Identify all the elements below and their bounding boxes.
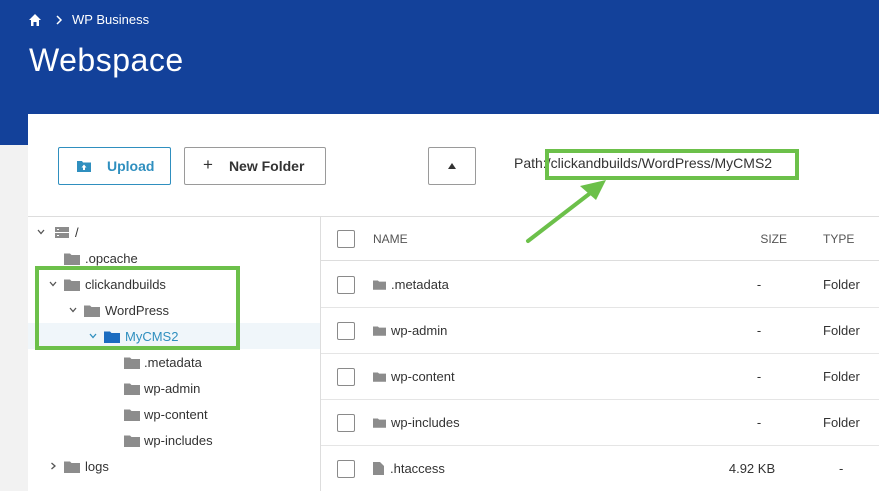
path-highlight-box (545, 149, 799, 180)
folder-icon (124, 357, 140, 369)
plus-icon: + (203, 155, 213, 174)
file-icon (373, 462, 384, 475)
folder-icon (373, 280, 386, 290)
tree-item-wp-admin[interactable]: wp-admin (28, 375, 320, 401)
file-name-cell[interactable]: wp-content (373, 369, 455, 384)
new-folder-button[interactable]: + New Folder (184, 147, 326, 185)
table-row[interactable]: wp-content - Folder (321, 354, 879, 400)
file-type: Folder (823, 369, 860, 384)
file-name: .metadata (391, 277, 449, 292)
folder-icon (64, 253, 80, 265)
server-icon (55, 226, 69, 238)
chevron-right-icon (56, 14, 63, 25)
select-all-checkbox[interactable] (337, 230, 355, 248)
file-size: - (756, 277, 762, 292)
row-checkbox[interactable] (337, 460, 355, 478)
folder-icon (373, 372, 386, 382)
row-checkbox[interactable] (337, 414, 355, 432)
file-type: - (839, 461, 844, 476)
row-checkbox[interactable] (337, 322, 355, 340)
column-header-type[interactable]: TYPE (823, 232, 879, 246)
page-title: Webspace (29, 42, 184, 78)
tree-item-wp-content[interactable]: wp-content (28, 401, 320, 427)
row-checkbox[interactable] (337, 276, 355, 294)
upload-button[interactable]: Upload (58, 147, 171, 185)
table-row[interactable]: .metadata - Folder (321, 262, 879, 308)
file-type: Folder (823, 323, 860, 338)
file-list-header: NAME SIZE TYPE (321, 217, 879, 261)
row-checkbox[interactable] (337, 368, 355, 386)
file-type: Folder (823, 277, 860, 292)
upload-label: Upload (107, 158, 155, 174)
file-list: NAME SIZE TYPE .metadata - Folder wp-adm… (320, 216, 879, 491)
breadcrumb-item[interactable]: WP Business (72, 12, 149, 27)
table-row[interactable]: wp-admin - Folder (321, 308, 879, 354)
file-name: wp-admin (391, 323, 448, 338)
path-label: Path: (514, 155, 547, 171)
folder-icon (124, 435, 140, 447)
folder-icon (373, 418, 386, 428)
file-manager-panel: Upload + New Folder Path: /clickandbuild… (28, 114, 879, 491)
column-header-name[interactable]: NAME (373, 232, 408, 246)
folder-icon (124, 409, 140, 421)
tree-item-label: .opcache (85, 250, 138, 266)
folder-tree: / .opcache clickandbuilds WordPress MyCM… (28, 216, 320, 491)
triangle-up-icon (448, 163, 456, 169)
tree-highlight-box (35, 266, 240, 350)
tree-item-label: / (75, 224, 79, 240)
table-row[interactable]: wp-includes - Folder (321, 400, 879, 446)
tree-item-root[interactable]: / (28, 219, 320, 245)
tree-item-label: wp-content (144, 406, 208, 422)
file-name-cell[interactable]: .htaccess (373, 461, 445, 476)
table-row[interactable]: .htaccess 4.92 KB - (321, 446, 879, 491)
file-size: - (756, 323, 762, 338)
file-size: 4.92 KB (728, 461, 776, 476)
tree-item-label: wp-admin (144, 380, 201, 396)
file-size: - (756, 415, 762, 430)
parent-folder-button[interactable] (428, 147, 476, 185)
tree-item-logs[interactable]: logs (28, 453, 320, 479)
file-name-cell[interactable]: .metadata (373, 277, 449, 292)
file-type: Folder (823, 415, 860, 430)
tree-item-wp-includes[interactable]: wp-includes (28, 427, 320, 453)
home-icon[interactable] (28, 13, 42, 27)
file-size: - (756, 369, 762, 384)
breadcrumb: WP Business (28, 12, 149, 27)
file-name: wp-includes (391, 415, 460, 430)
file-name: wp-content (391, 369, 455, 384)
tree-item-label: logs (85, 458, 109, 474)
chevron-right-icon[interactable] (48, 461, 58, 471)
tree-item-label: wp-includes (144, 432, 213, 448)
tree-item-label: .metadata (144, 354, 202, 370)
file-name-cell[interactable]: wp-includes (373, 415, 460, 430)
upload-folder-icon (77, 161, 91, 172)
new-folder-label: New Folder (228, 158, 305, 174)
folder-icon (124, 383, 140, 395)
column-header-size[interactable]: SIZE (713, 232, 787, 246)
folder-icon (64, 461, 80, 473)
folder-icon (373, 326, 386, 336)
chevron-down-icon[interactable] (36, 227, 46, 237)
tree-item-metadata[interactable]: .metadata (28, 349, 320, 375)
file-name: .htaccess (390, 461, 445, 476)
file-name-cell[interactable]: wp-admin (373, 323, 447, 338)
